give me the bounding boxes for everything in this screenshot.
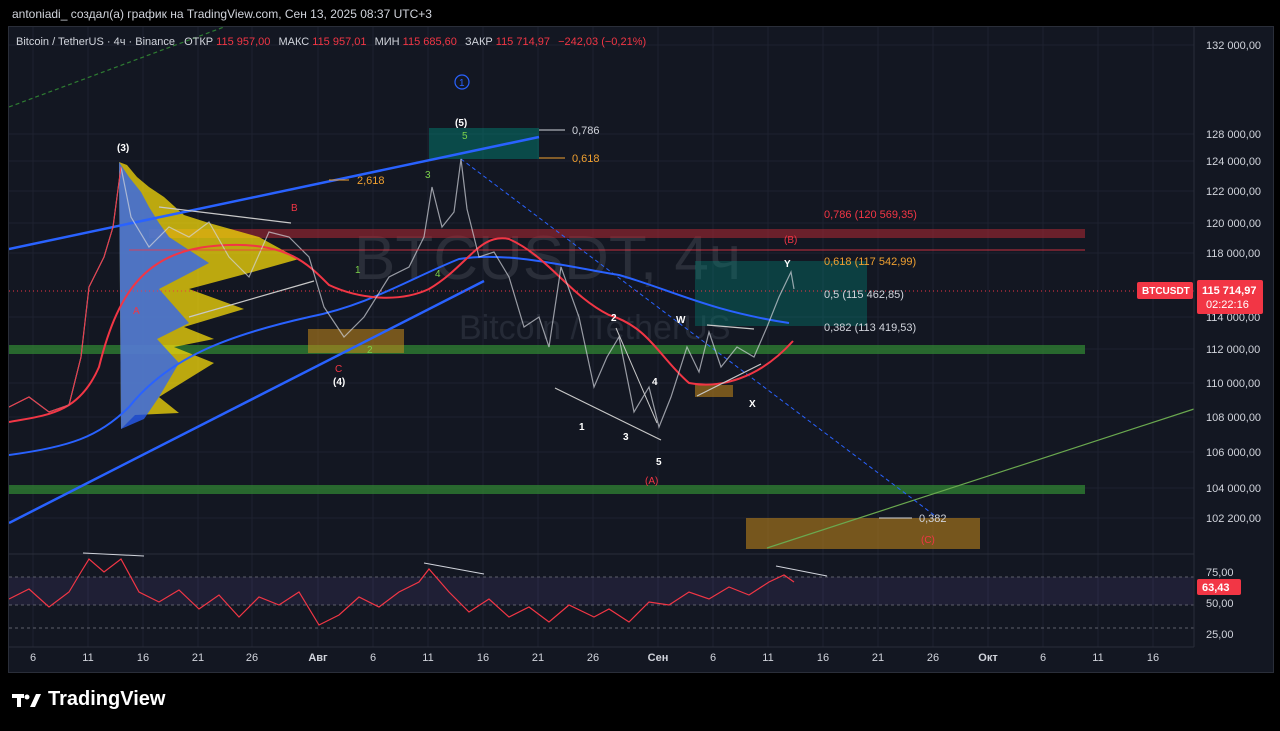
wave-g1-label: 1 bbox=[355, 265, 361, 276]
wave-b-label: B bbox=[291, 203, 298, 214]
fib-0618-top: 0,618 bbox=[572, 153, 600, 165]
legend-low: 115 685,60 bbox=[403, 36, 457, 48]
price-tick: 128 000,00 bbox=[1206, 129, 1261, 141]
wave-c-paren-label: (C) bbox=[921, 535, 935, 546]
wave-s3-label: 3 bbox=[623, 432, 629, 443]
fib-0618-label: 0,618 (117 542,99) bbox=[824, 256, 916, 268]
tradingview-logo-icon bbox=[12, 693, 41, 707]
legend-symbol: Bitcoin / TetherUS · 4ч · Binance bbox=[16, 36, 175, 48]
wave-3-label: (3) bbox=[117, 143, 129, 154]
rsi-tick: 75,00 bbox=[1206, 567, 1234, 579]
support-zone-104k bbox=[9, 485, 1085, 494]
time-tick: Окт bbox=[978, 652, 998, 664]
time-tick: 21 bbox=[532, 652, 544, 664]
tradingview-brand: TradingView bbox=[48, 688, 166, 710]
symbol-tag-text: BTCUSDT bbox=[1142, 286, 1190, 297]
wave-x-label: X bbox=[749, 399, 756, 410]
zone-orange-2 bbox=[695, 385, 733, 397]
wave-g5-label: 5 bbox=[462, 131, 468, 142]
wave-s4-label: 4 bbox=[652, 377, 658, 388]
rsi-divergence-2 bbox=[423, 562, 485, 575]
wave-s2-label: 2 bbox=[611, 313, 617, 324]
price-tick: 110 000,00 bbox=[1206, 378, 1260, 390]
legend-open: 115 957,00 bbox=[216, 36, 270, 48]
price-tick: 106 000,00 bbox=[1206, 447, 1261, 459]
price-tick: 132 000,00 bbox=[1206, 40, 1261, 52]
time-tick: Сен bbox=[648, 652, 669, 664]
rsi-value: 63,43 bbox=[1202, 582, 1230, 594]
time-tick: 11 bbox=[1092, 652, 1103, 664]
price-tick: 102 200,00 bbox=[1206, 513, 1261, 525]
wave-circle-1-label: 1 bbox=[459, 78, 465, 89]
target-zone-5 bbox=[429, 128, 539, 159]
time-tick: 6 bbox=[1040, 652, 1046, 664]
zone-orange-1 bbox=[308, 329, 404, 353]
wave-4-label: (4) bbox=[333, 377, 345, 388]
wave-a-label: A bbox=[133, 306, 140, 317]
fib-05-label: 0,5 (115 462,85) bbox=[824, 289, 904, 301]
legend-high-label: МАКС bbox=[278, 36, 309, 48]
time-tick: 16 bbox=[817, 652, 829, 664]
watermark-name: Bitcoin / TetherUS bbox=[459, 309, 731, 347]
green-trend-line bbox=[766, 408, 1195, 549]
chart-svg[interactable]: BTCUSDT, 4ч Bitcoin / TetherUS 0,786 0,6… bbox=[8, 26, 1273, 672]
time-tick: 16 bbox=[1147, 652, 1159, 664]
wave-g3-label: 3 bbox=[425, 170, 431, 181]
time-tick: 11 bbox=[82, 652, 93, 664]
wave-5-label: (5) bbox=[455, 118, 467, 129]
price-tick: 124 000,00 bbox=[1206, 156, 1261, 168]
fib-0786-top: 0,786 bbox=[572, 125, 600, 137]
time-tick: 6 bbox=[710, 652, 716, 664]
chart-panel[interactable]: BTCUSDT, 4ч Bitcoin / TetherUS 0,786 0,6… bbox=[8, 26, 1274, 673]
rsi-band bbox=[9, 577, 1194, 605]
price-tick: 122 000,00 bbox=[1206, 186, 1261, 198]
time-tick: Авг bbox=[308, 652, 328, 664]
time-tick: 16 bbox=[137, 652, 149, 664]
fib-0382-label: 0,382 (113 419,53) bbox=[824, 322, 916, 334]
wave-a-paren-label: (A) bbox=[645, 476, 658, 487]
wave-s5-label: 5 bbox=[656, 457, 662, 468]
wave-w-label: W bbox=[676, 315, 686, 326]
price-down-candles bbox=[8, 166, 122, 413]
time-tick: 6 bbox=[30, 652, 36, 664]
time-tick: 6 bbox=[370, 652, 376, 664]
wave-g4-label: 4 bbox=[435, 269, 441, 280]
time-tick: 16 bbox=[477, 652, 489, 664]
price-tag-value: 115 714,97 bbox=[1202, 285, 1256, 297]
price-tick: 108 000,00 bbox=[1206, 412, 1261, 424]
chart-header: antoniadi_ создал(а) график на TradingVi… bbox=[12, 7, 432, 21]
time-tick: 21 bbox=[872, 652, 884, 664]
wave-c-label: C bbox=[335, 364, 342, 375]
price-tick: 120 000,00 bbox=[1206, 218, 1261, 230]
price-tick: 118 000,00 bbox=[1206, 248, 1260, 260]
rsi-divergence-3 bbox=[775, 565, 828, 577]
fib-0786-label: 0,786 (120 569,35) bbox=[824, 209, 917, 221]
legend-low-label: МИН bbox=[375, 36, 400, 48]
price-tick: 104 000,00 bbox=[1206, 483, 1261, 495]
price-tag-countdown: 02:22:16 bbox=[1206, 299, 1249, 311]
wave-g2-label: 2 bbox=[367, 345, 373, 356]
legend: Bitcoin / TetherUS · 4ч · Binance ОТКР 1… bbox=[16, 36, 646, 48]
time-tick: 26 bbox=[587, 652, 599, 664]
fib-0382-low-label: 0,382 bbox=[919, 513, 947, 525]
legend-close: 115 714,97 bbox=[496, 36, 550, 48]
legend-change: −242,03 (−0,21%) bbox=[558, 36, 646, 48]
tradingview-logo[interactable]: TradingView bbox=[12, 688, 165, 711]
time-tick: 26 bbox=[927, 652, 939, 664]
time-tick: 21 bbox=[192, 652, 204, 664]
time-axis[interactable]: 6 11 16 21 26 Авг 6 11 16 21 26 Сен 6 11… bbox=[30, 652, 1159, 664]
wave-y-label: Y bbox=[784, 259, 791, 270]
rsi-tick: 25,00 bbox=[1206, 629, 1234, 641]
wave-b-paren-label: (B) bbox=[784, 235, 797, 246]
wave-s1-label: 1 bbox=[579, 422, 585, 433]
legend-open-label: ОТКР bbox=[184, 36, 213, 48]
rsi-tick: 50,00 bbox=[1206, 598, 1234, 610]
fib-2618: 2,618 bbox=[357, 175, 385, 187]
price-tick: 112 000,00 bbox=[1206, 344, 1260, 356]
time-tick: 26 bbox=[246, 652, 258, 664]
time-tick: 11 bbox=[762, 652, 773, 664]
legend-high: 115 957,01 bbox=[312, 36, 366, 48]
time-tick: 11 bbox=[422, 652, 433, 664]
legend-close-label: ЗАКР bbox=[465, 36, 493, 48]
